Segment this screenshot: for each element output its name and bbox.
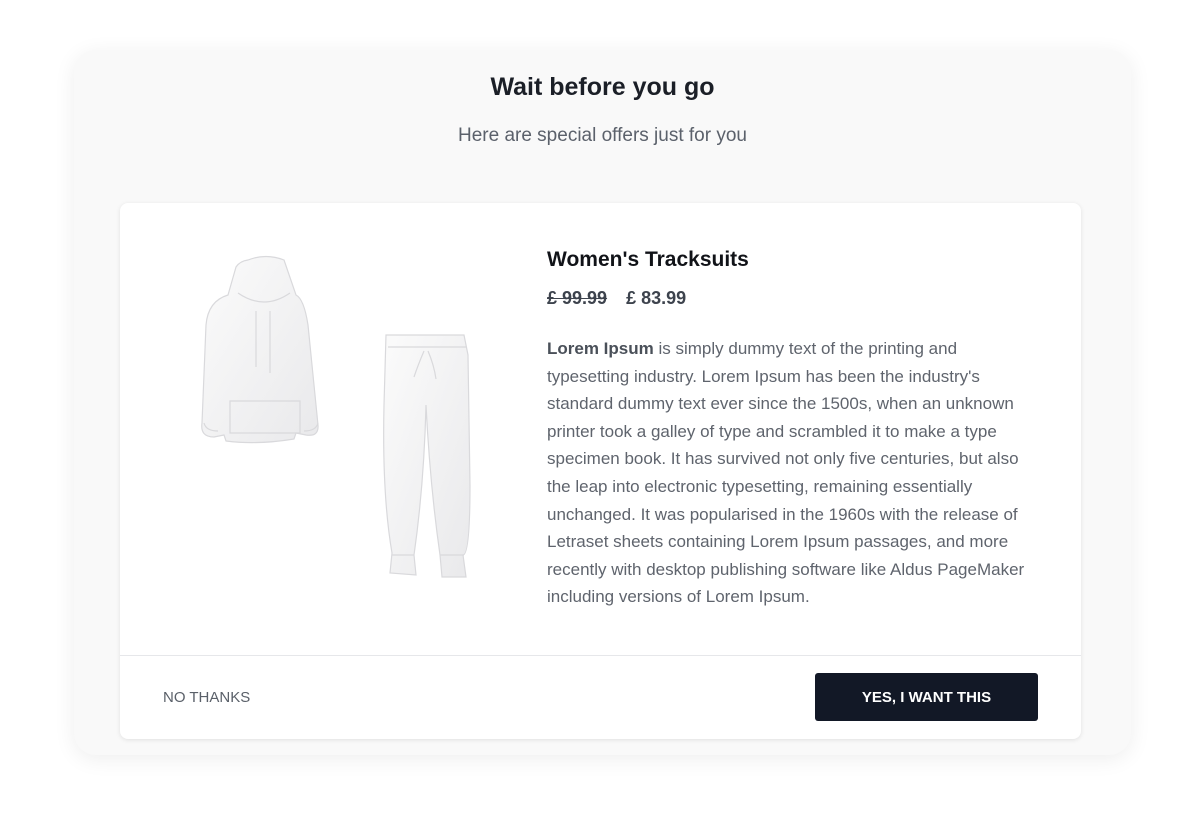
no-thanks-button[interactable]: NO THANKS: [148, 673, 265, 721]
price-row: £ 99.99 £ 83.99: [547, 288, 686, 309]
product-image: [178, 255, 478, 585]
hoodie-image: [201, 255, 319, 444]
description-body: is simply dummy text of the printing and…: [547, 339, 1025, 607]
pants-image: [383, 334, 471, 578]
modal-title: Wait before you go: [490, 73, 715, 101]
old-price: £ 99.99: [547, 288, 608, 308]
exit-offer-modal: Wait before you go Here are special offe…: [74, 50, 1131, 755]
footer-divider: [120, 655, 1081, 656]
modal-subtitle: Here are special offers just for you: [457, 125, 747, 146]
product-description: Lorem Ipsum is simply dummy text of the …: [547, 335, 1039, 611]
description-lead: Lorem Ipsum: [547, 339, 654, 358]
offer-card: Women's Tracksuits £ 99.99 £ 83.99 Lorem…: [120, 203, 1081, 739]
new-price: £ 83.99: [626, 288, 687, 308]
accept-offer-button[interactable]: YES, I WANT THIS: [815, 673, 1038, 721]
product-name: Women's Tracksuits: [547, 248, 749, 271]
